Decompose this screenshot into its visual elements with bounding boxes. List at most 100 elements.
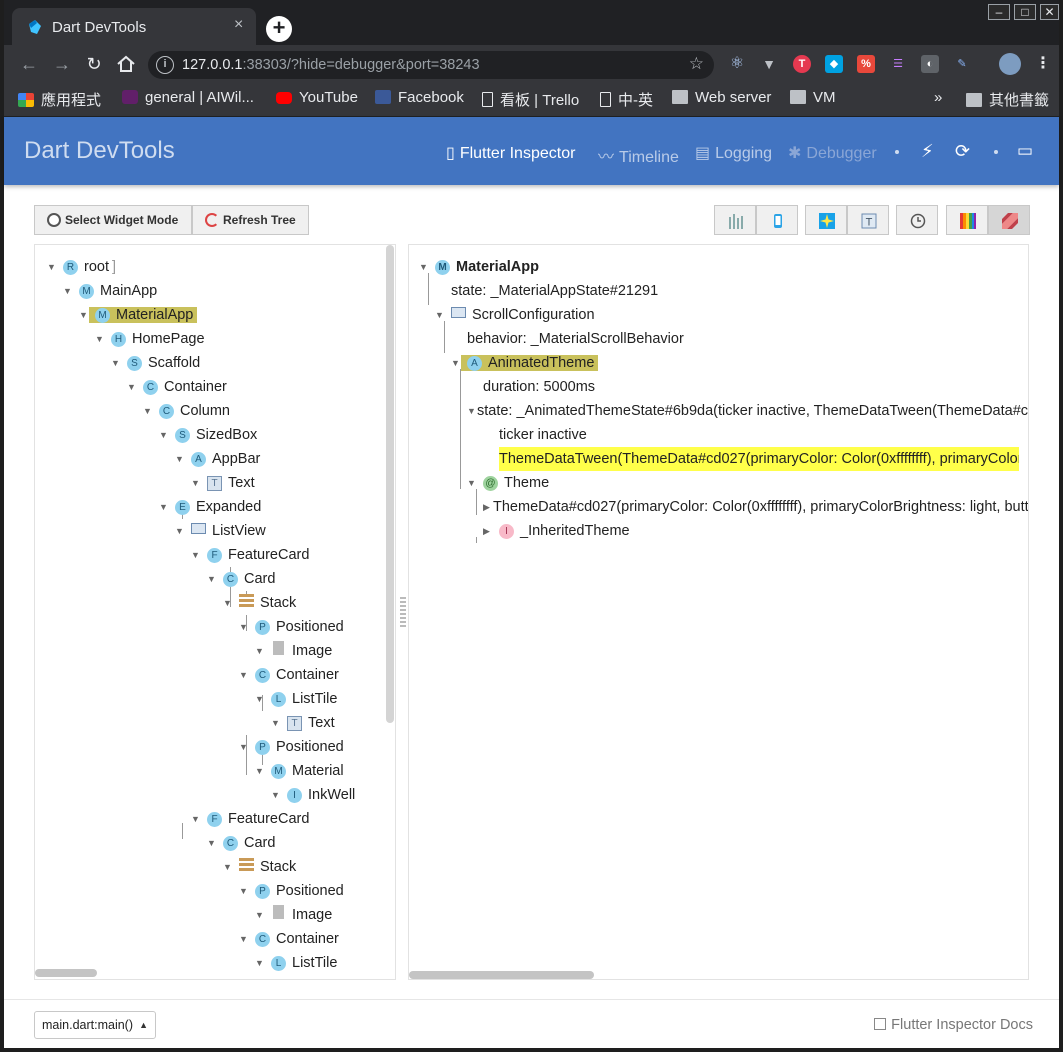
expand-arrow-icon[interactable]: ▼: [159, 423, 169, 447]
expand-arrow-icon[interactable]: ▼: [271, 783, 281, 807]
expand-arrow-icon[interactable]: ▼: [191, 471, 201, 495]
tree-node[interactable]: ▼ L ListTile: [255, 687, 337, 711]
vue-devtools-icon[interactable]: ▼: [760, 55, 778, 73]
other-bookmarks[interactable]: 其他書籤: [966, 89, 1049, 110]
tab-dart-devtools[interactable]: Dart DevTools ×: [12, 8, 256, 45]
tab-timeline[interactable]: 〰 Timeline: [598, 143, 679, 167]
expand-arrow-icon[interactable]: ▼: [467, 399, 477, 423]
tree-node[interactable]: ▼ C Card: [207, 831, 275, 855]
details-node[interactable]: duration: 5000ms: [483, 375, 595, 399]
widget-tree-panel[interactable]: ▼ Rroot] ▼ M MainApp ▼ M MaterialApp ▼ H HomePage ▼…: [34, 244, 396, 980]
tree-node[interactable]: ▼ P Positioned: [239, 879, 344, 903]
maximize-button[interactable]: □: [1014, 4, 1036, 20]
expand-arrow-icon[interactable]: ▼: [159, 495, 169, 519]
select-widget-mode-button[interactable]: Select Widget Mode: [34, 205, 192, 235]
tree-node[interactable]: ▼ C Container: [239, 927, 339, 951]
details-node[interactable]: behavior: _MaterialScrollBehavior: [467, 327, 684, 351]
bookmark-star-icon[interactable]: ☆: [689, 54, 704, 74]
tab-logging[interactable]: ▤ Logging: [695, 143, 772, 163]
tree-node[interactable]: ▼ L ListTile: [255, 951, 337, 975]
performance-overlay-button[interactable]: [714, 205, 756, 235]
expand-arrow-icon[interactable]: ▼: [207, 831, 217, 855]
isolate-select[interactable]: main.dart:main() ▲: [34, 1011, 156, 1039]
extension-gray-icon[interactable]: ◐: [921, 55, 939, 73]
tree-node[interactable]: ▼ M MaterialApp: [79, 303, 198, 327]
expand-arrow-icon[interactable]: ▼: [451, 351, 461, 375]
platform-toggle-button[interactable]: [756, 205, 798, 235]
expand-arrow-icon[interactable]: ▼: [95, 327, 105, 351]
expand-arrow-icon[interactable]: ▼: [239, 735, 249, 759]
tree-node[interactable]: ▼ C Container: [239, 663, 339, 687]
expand-arrow-icon[interactable]: ▼: [191, 543, 201, 567]
extension-red-icon[interactable]: T: [793, 55, 811, 73]
back-icon[interactable]: ←: [18, 54, 40, 74]
expand-arrow-icon[interactable]: ▼: [255, 903, 265, 927]
bookmark-facebook[interactable]: Facebook: [375, 89, 464, 106]
split-handle[interactable]: [400, 597, 406, 627]
expand-arrow-icon[interactable]: ▼: [223, 855, 233, 879]
horizontal-scrollbar[interactable]: [409, 971, 594, 979]
refresh-tree-button[interactable]: Refresh Tree: [192, 205, 309, 235]
expand-arrow-icon[interactable]: ▼: [223, 591, 233, 615]
flutter-inspector-docs-link[interactable]: Flutter Inspector Docs: [874, 1017, 1033, 1033]
minimize-button[interactable]: –: [988, 4, 1010, 20]
bookmark-web-server[interactable]: Web server: [672, 89, 771, 106]
details-node[interactable]: ticker inactive: [499, 423, 587, 447]
tree-node[interactable]: ▼ Stack: [223, 591, 296, 615]
hot-reload-icon[interactable]: ⚡: [921, 141, 934, 162]
tree-node[interactable]: ▼ Stack: [223, 855, 296, 879]
tree-node[interactable]: ▼ P Positioned: [239, 615, 344, 639]
extension-percent-icon[interactable]: %: [857, 55, 875, 73]
tab-flutter-inspector[interactable]: ▯ Flutter Inspector: [446, 143, 575, 163]
repaint-rainbow-button[interactable]: [946, 205, 988, 235]
close-window-button[interactable]: ✕: [1040, 4, 1059, 20]
details-node[interactable]: state: _MaterialAppState#21291: [451, 279, 658, 303]
expand-arrow-icon[interactable]: ▼: [419, 255, 429, 279]
tree-node[interactable]: ▼ F FeatureCard: [191, 807, 309, 831]
expand-arrow-icon[interactable]: ▼: [255, 687, 265, 711]
react-devtools-icon[interactable]: ⚛: [728, 55, 746, 73]
expand-arrow-icon[interactable]: ▼: [111, 351, 121, 375]
expand-arrow-icon[interactable]: ▼: [255, 951, 265, 975]
tree-node[interactable]: ▼ A AppBar: [175, 447, 260, 471]
expand-arrow-icon[interactable]: ▼: [47, 255, 57, 279]
tree-node[interactable]: ▼ T Text: [271, 711, 335, 735]
tree-node[interactable]: ▼ S SizedBox: [159, 423, 257, 447]
feedback-icon[interactable]: ▭: [1017, 141, 1033, 161]
slow-animations-button[interactable]: [896, 205, 938, 235]
collapse-arrow-icon[interactable]: ▶: [483, 495, 493, 519]
expand-arrow-icon[interactable]: ▼: [175, 519, 185, 543]
expand-arrow-icon[interactable]: ▼: [207, 567, 217, 591]
expand-arrow-icon[interactable]: ▼: [467, 471, 477, 495]
tree-node[interactable]: ▼ Image: [255, 639, 332, 663]
details-node[interactable]: ▼state: _AnimatedThemeState#6b9da(ticker…: [467, 399, 1028, 423]
expand-arrow-icon[interactable]: ▼: [239, 879, 249, 903]
bookmark-youtube[interactable]: YouTube: [276, 89, 358, 106]
hot-restart-icon[interactable]: ⟳: [955, 141, 970, 162]
expand-arrow-icon[interactable]: ▼: [127, 375, 137, 399]
tree-node[interactable]: ▼ C Column: [143, 399, 230, 423]
tree-node[interactable]: ▼ M Material: [255, 759, 344, 783]
expand-arrow-icon[interactable]: ▼: [239, 663, 249, 687]
expand-arrow-icon[interactable]: ▼: [239, 615, 249, 639]
site-info-icon[interactable]: i: [156, 56, 174, 74]
expand-arrow-icon[interactable]: ▼: [175, 447, 185, 471]
tree-node[interactable]: ▼ F FeatureCard: [191, 543, 309, 567]
expand-arrow-icon[interactable]: ▼: [191, 807, 201, 831]
bookmark-slack[interactable]: general | AIWil...: [122, 89, 254, 106]
expand-arrow-icon[interactable]: ▼: [255, 759, 265, 783]
tree-node[interactable]: ▼ E Expanded: [159, 495, 261, 519]
expand-arrow-icon[interactable]: ▼: [255, 639, 265, 663]
details-node[interactable]: ▶ ThemeData#cd027(primaryColor: Color(0xf…: [483, 495, 1028, 519]
details-node[interactable]: ThemeDataTween(ThemeData#cd027(primaryCo…: [499, 447, 1019, 471]
details-node[interactable]: ▼ ScrollConfiguration: [435, 303, 595, 327]
extension-lines-icon[interactable]: ☰: [889, 55, 907, 73]
tree-node[interactable]: ▼ H HomePage: [95, 327, 205, 351]
bookmark-zh-en[interactable]: 中-英: [600, 89, 653, 110]
details-node[interactable]: ▼ @ Theme: [467, 471, 549, 495]
expand-arrow-icon[interactable]: ▼: [271, 711, 281, 735]
profile-avatar[interactable]: [999, 53, 1021, 75]
collapse-arrow-icon[interactable]: ▶: [483, 519, 493, 543]
forward-icon[interactable]: →: [51, 54, 73, 74]
horizontal-scrollbar[interactable]: [35, 969, 97, 977]
